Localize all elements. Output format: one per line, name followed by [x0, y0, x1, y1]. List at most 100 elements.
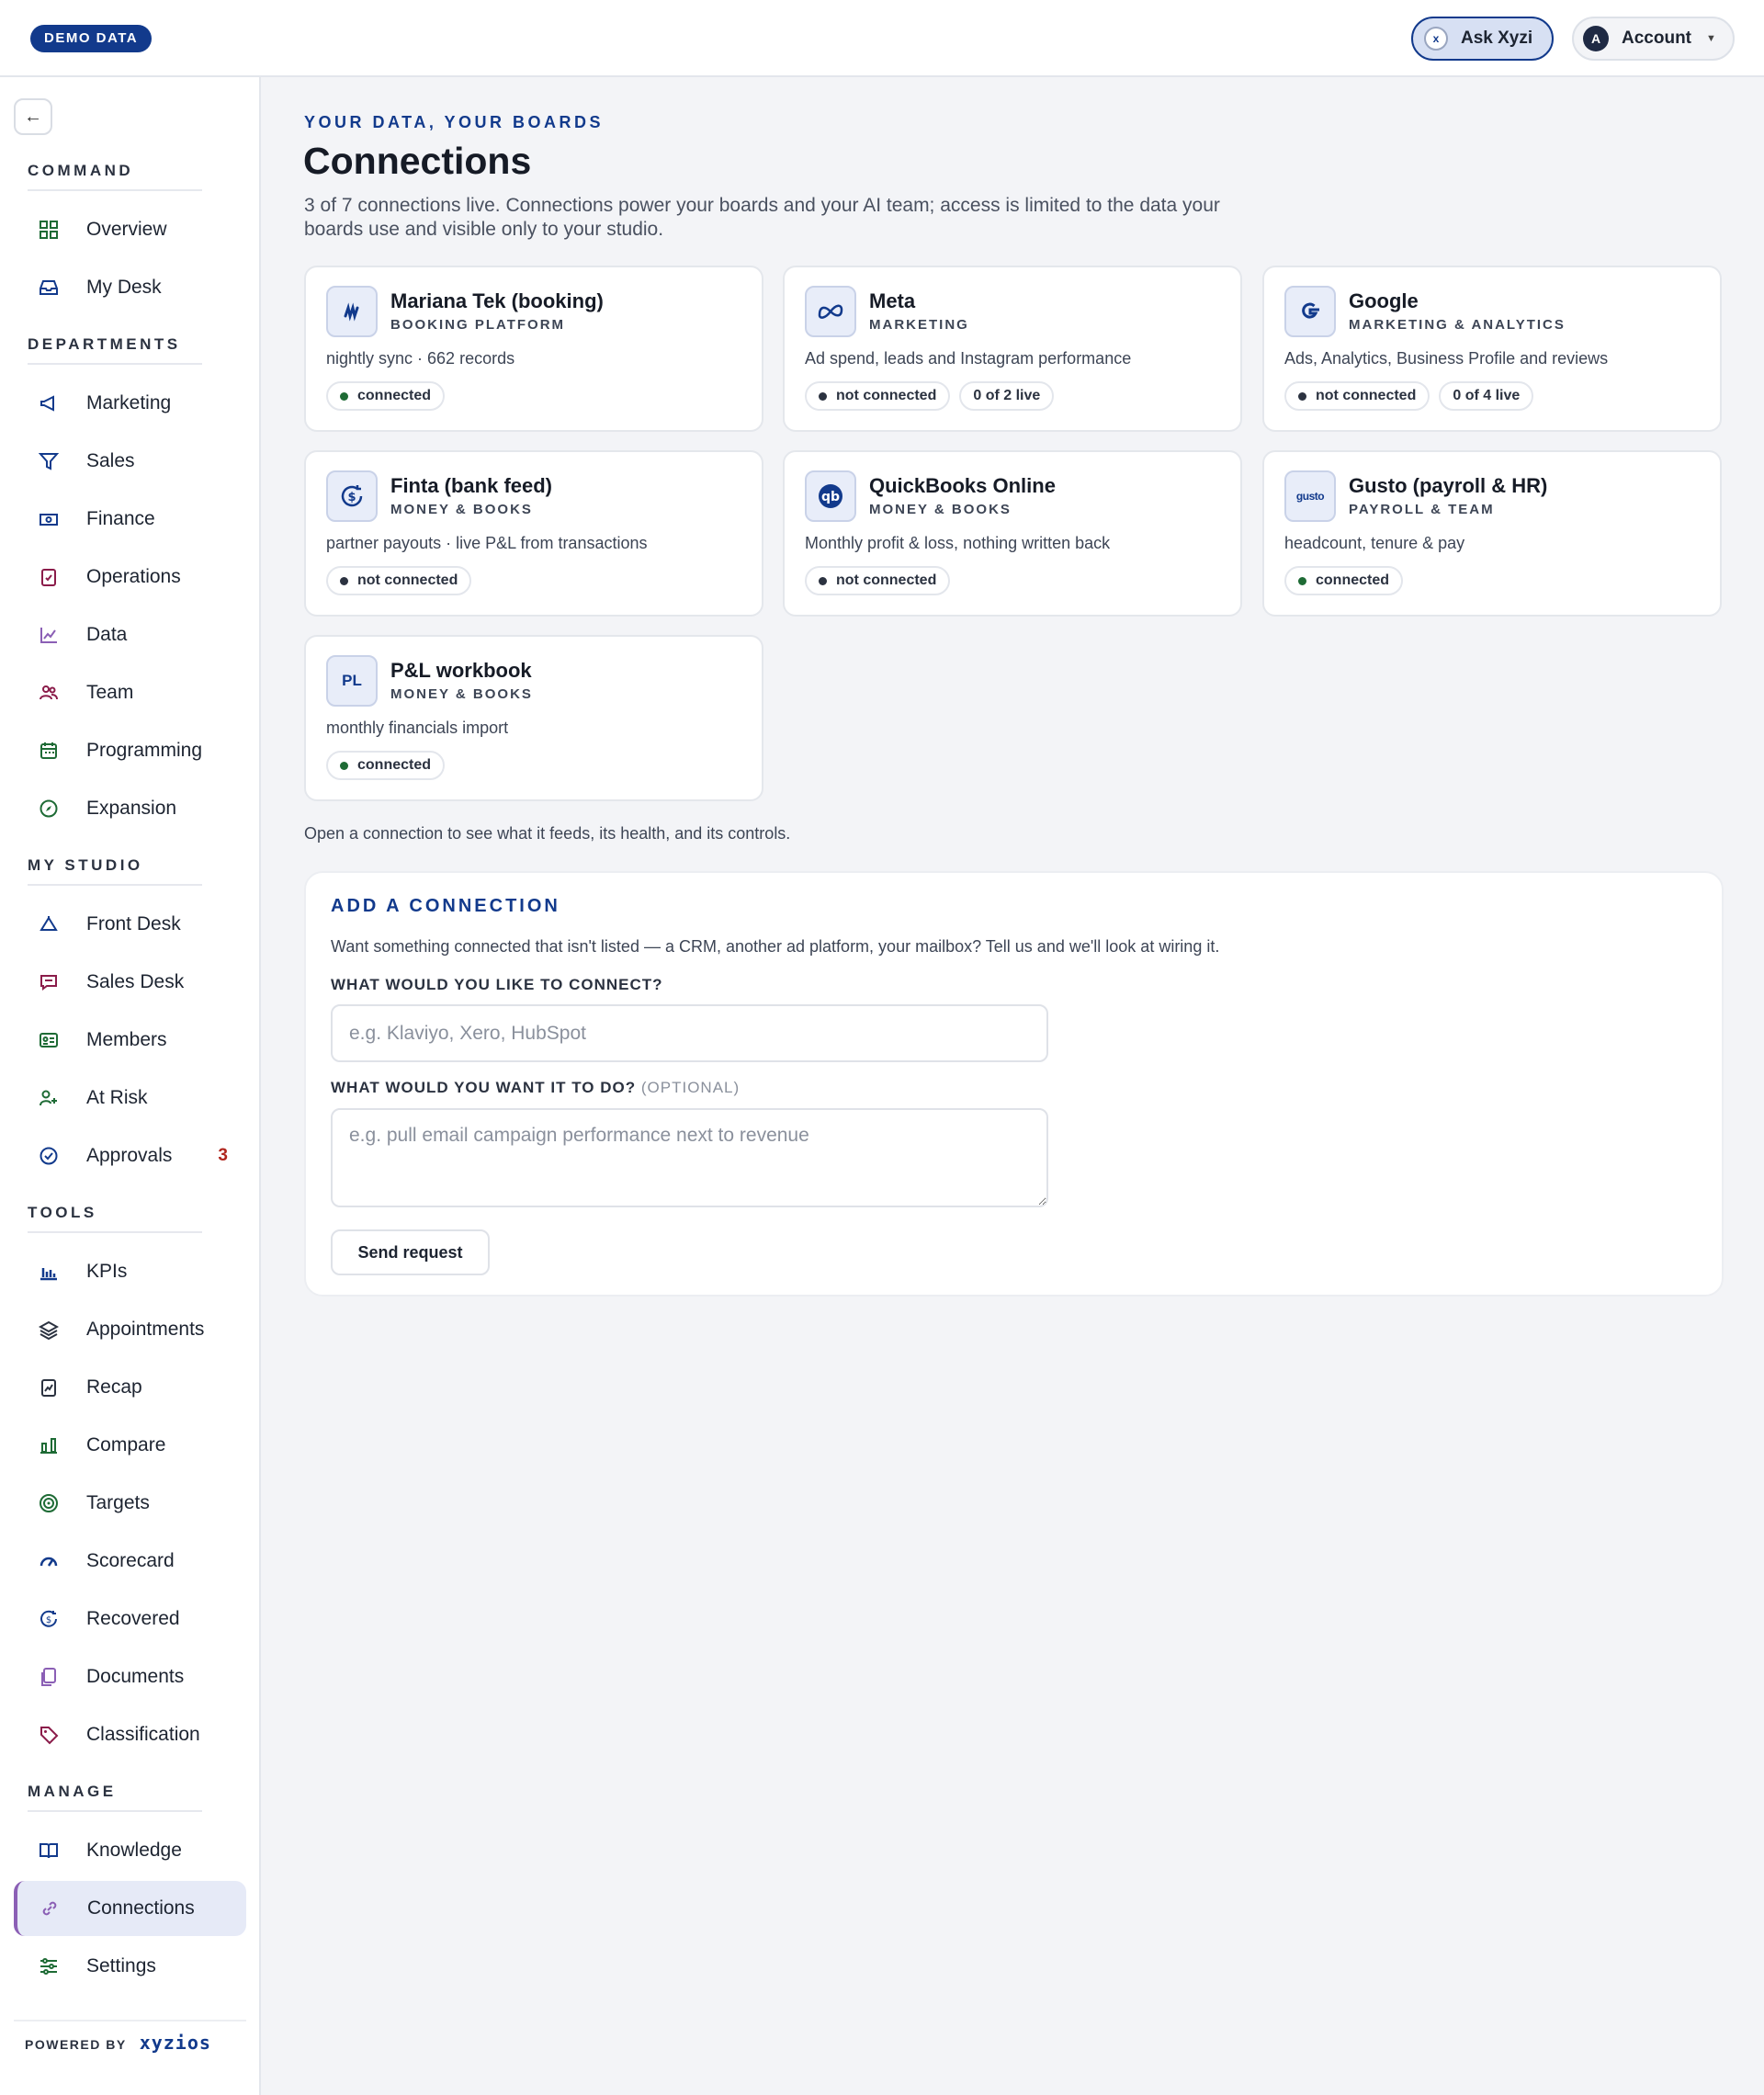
- page-subtitle: 3 of 7 connections live. Connections pow…: [304, 195, 1220, 240]
- sidebar-item-finance[interactable]: Finance: [17, 492, 246, 547]
- sidebar-item-settings[interactable]: Settings: [17, 1939, 246, 1994]
- status-label: not connected: [357, 572, 458, 588]
- users-icon: [37, 681, 61, 705]
- live-count-badge: 0 of 2 live: [959, 381, 1055, 411]
- connection-card-mariana-tek[interactable]: Mariana Tek (booking) BOOKING PLATFORM n…: [304, 266, 763, 432]
- check-circle-icon: [37, 1144, 61, 1168]
- connect-what-input[interactable]: [331, 1004, 1048, 1062]
- connect-purpose-textarea[interactable]: [331, 1108, 1048, 1207]
- status-dot-icon: [1298, 576, 1306, 585]
- sidebar-item-my-desk[interactable]: My Desk: [17, 260, 246, 315]
- optional-tag: (OPTIONAL): [640, 1079, 741, 1096]
- compass-icon: [37, 797, 61, 821]
- sidebar-item-documents[interactable]: Documents: [17, 1649, 246, 1704]
- sidebar-item-classification[interactable]: Classification: [17, 1707, 246, 1762]
- sidebar: ← COMMAND Overview My Desk DEPARTMENTS M…: [0, 77, 261, 2095]
- connection-name: Finta (bank feed): [390, 474, 553, 497]
- layers-icon: [37, 1318, 61, 1342]
- funnel-icon: [37, 449, 61, 473]
- status-label: connected: [1316, 572, 1390, 588]
- sidebar-item-label: Front Desk: [86, 913, 181, 934]
- sidebar-item-sales[interactable]: Sales: [17, 434, 246, 489]
- connection-card-pl-workbook[interactable]: PL P&L workbook MONEY & BOOKS monthly fi…: [304, 635, 763, 801]
- google-logo-icon: [1284, 286, 1336, 337]
- connect-purpose-label-text: WHAT WOULD YOU WANT IT TO DO?: [331, 1079, 637, 1096]
- page-title: Connections: [303, 140, 532, 182]
- sidebar-item-sales-desk[interactable]: Sales Desk: [17, 955, 246, 1010]
- ask-xyzi-button[interactable]: x Ask Xyzi: [1411, 17, 1554, 61]
- connection-description: Monthly profit & loss, nothing written b…: [805, 534, 1111, 552]
- status-label: not connected: [836, 388, 937, 403]
- status-badge: not connected: [805, 566, 951, 595]
- connections-hint: Open a connection to see what it feeds, …: [304, 824, 791, 843]
- live-count-badge: 0 of 4 live: [1439, 381, 1534, 411]
- svg-text:qb: qb: [821, 490, 840, 504]
- connection-name: P&L workbook: [390, 659, 532, 682]
- status-badge: not connected: [805, 381, 951, 411]
- sidebar-item-label: Settings: [86, 1955, 156, 1976]
- megaphone-icon: [37, 391, 61, 415]
- sidebar-item-overview[interactable]: Overview: [17, 202, 246, 257]
- sidebar-item-marketing[interactable]: Marketing: [17, 376, 246, 431]
- sidebar-item-label: Scorecard: [86, 1550, 175, 1571]
- send-request-button[interactable]: Send request: [331, 1229, 490, 1275]
- sidebar-item-label: At Risk: [86, 1087, 148, 1108]
- connection-card-quickbooks[interactable]: qb QuickBooks Online MONEY & BOOKS Month…: [783, 450, 1242, 617]
- bell-icon: [37, 912, 61, 936]
- account-menu-button[interactable]: A Account ▼: [1572, 17, 1735, 61]
- workbook-logo-icon: PL: [326, 655, 378, 707]
- sidebar-item-scorecard[interactable]: Scorecard: [17, 1534, 246, 1589]
- sidebar-item-label: Overview: [86, 219, 167, 240]
- sidebar-item-data[interactable]: Data: [17, 607, 246, 662]
- line-chart-icon: [37, 623, 61, 647]
- connection-card-meta[interactable]: Meta MARKETING Ad spend, leads and Insta…: [783, 266, 1242, 432]
- sidebar-item-label: Members: [86, 1029, 167, 1050]
- section-command: COMMAND: [28, 162, 203, 191]
- sidebar-item-label: Sales: [86, 450, 135, 471]
- connection-description: partner payouts · live P&L from transact…: [326, 534, 648, 552]
- connection-card-gusto[interactable]: gusto Gusto (payroll & HR) PAYROLL & TEA…: [1262, 450, 1722, 617]
- status-badge: connected: [1284, 566, 1404, 595]
- section-tools: TOOLS: [28, 1204, 202, 1233]
- sidebar-item-knowledge[interactable]: Knowledge: [17, 1823, 246, 1878]
- connection-category: MONEY & BOOKS: [390, 686, 533, 702]
- sidebar-item-approvals[interactable]: Approvals 3: [17, 1128, 246, 1183]
- sidebar-item-expansion[interactable]: Expansion: [17, 781, 246, 836]
- sidebar-item-kpis[interactable]: KPIs: [17, 1244, 246, 1299]
- sidebar-item-front-desk[interactable]: Front Desk: [17, 897, 246, 952]
- grid-icon: [37, 218, 61, 242]
- sidebar-item-operations[interactable]: Operations: [17, 549, 246, 605]
- collapse-sidebar-button[interactable]: ←: [14, 98, 52, 135]
- sidebar-item-recovered[interactable]: $ Recovered: [17, 1591, 246, 1647]
- sidebar-item-label: Programming: [86, 740, 203, 761]
- sidebar-item-programming[interactable]: Programming: [17, 723, 246, 778]
- sidebar-item-at-risk[interactable]: At Risk: [17, 1070, 246, 1126]
- clipboard-check-icon: [37, 565, 61, 589]
- sidebar-item-label: Recovered: [86, 1608, 180, 1629]
- quickbooks-logo-icon: qb: [805, 470, 856, 522]
- add-connection-title: ADD A CONNECTION: [331, 896, 560, 916]
- sidebar-item-appointments[interactable]: Appointments: [17, 1302, 246, 1357]
- connection-description: Ads, Analytics, Business Profile and rev…: [1284, 349, 1609, 368]
- sidebar-item-connections[interactable]: Connections: [14, 1881, 246, 1936]
- sidebar-divider: [14, 2020, 246, 2021]
- arrow-left-icon: ←: [24, 106, 42, 127]
- sidebar-item-team[interactable]: Team: [17, 665, 246, 720]
- finta-logo-icon: $: [326, 470, 378, 522]
- connection-description: Ad spend, leads and Instagram performanc…: [805, 349, 1132, 368]
- calendar-icon: [37, 739, 61, 763]
- svg-text:$: $: [46, 1615, 51, 1625]
- connection-card-google[interactable]: Google MARKETING & ANALYTICS Ads, Analyt…: [1262, 266, 1722, 432]
- sidebar-item-members[interactable]: Members: [17, 1013, 246, 1068]
- demo-data-badge: DEMO DATA: [30, 25, 153, 52]
- connection-name: Google: [1349, 289, 1419, 312]
- xyzios-logo: xyzios: [139, 2032, 211, 2054]
- connect-what-label: WHAT WOULD YOU LIKE TO CONNECT?: [331, 976, 663, 993]
- status-dot-icon: [340, 576, 348, 585]
- sidebar-item-compare[interactable]: Compare: [17, 1418, 246, 1473]
- refresh-dollar-icon: $: [37, 1607, 61, 1631]
- sidebar-item-targets[interactable]: Targets: [17, 1476, 246, 1531]
- connection-card-finta[interactable]: $ Finta (bank feed) MONEY & BOOKS partne…: [304, 450, 763, 617]
- status-dot-icon: [340, 761, 348, 770]
- sidebar-item-recap[interactable]: Recap: [17, 1360, 246, 1415]
